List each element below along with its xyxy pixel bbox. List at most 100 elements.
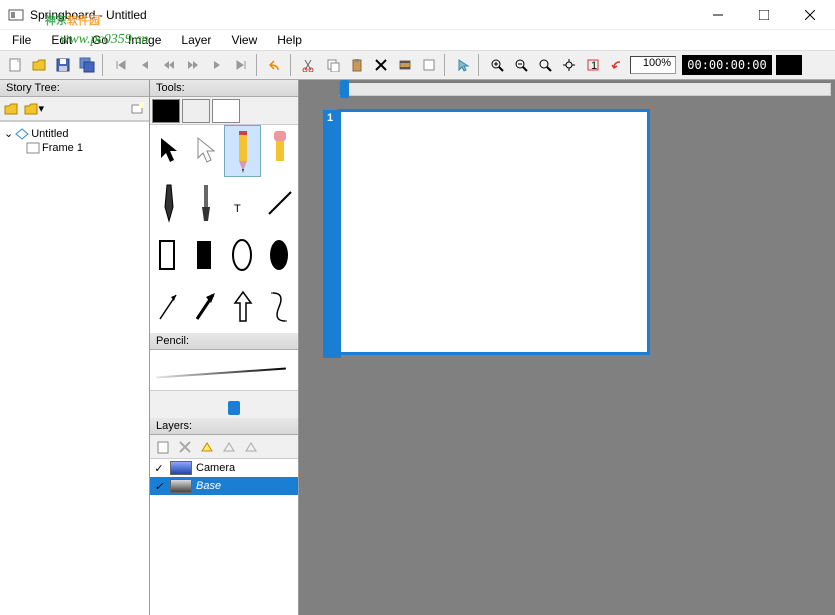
layer-name: Base xyxy=(196,480,221,492)
undo-button[interactable] xyxy=(264,54,286,76)
arrow-line-tool[interactable] xyxy=(150,281,187,333)
main-toolbar: 1 100% 00:00:00:00 xyxy=(0,50,835,80)
tree-frame-label: Frame 1 xyxy=(42,142,83,154)
layers-toolbar xyxy=(150,435,298,459)
timeline-slider[interactable] xyxy=(339,82,831,96)
pointer-tool[interactable] xyxy=(187,125,224,177)
zoom-in-button[interactable] xyxy=(486,54,508,76)
minimize-button[interactable] xyxy=(695,0,741,30)
save-button[interactable] xyxy=(52,54,74,76)
paste-button[interactable] xyxy=(346,54,368,76)
revert-button[interactable] xyxy=(606,54,628,76)
layer-name: Camera xyxy=(196,462,235,474)
blank-button[interactable] xyxy=(418,54,440,76)
tool-grid: T xyxy=(150,125,298,333)
svg-text:1: 1 xyxy=(591,60,597,72)
story-tree[interactable]: ⌄ Untitled Frame 1 xyxy=(0,121,149,615)
layer-visible-check[interactable]: ✓ xyxy=(152,480,166,493)
frame-icon xyxy=(26,142,40,154)
timecode-display: 00:00:00:00 xyxy=(682,55,772,75)
actual-size-button[interactable]: 1 xyxy=(582,54,604,76)
maximize-button[interactable] xyxy=(741,0,787,30)
frame-canvas[interactable]: 1 xyxy=(339,110,649,354)
new-folder-button[interactable] xyxy=(2,99,22,119)
zoom-button[interactable] xyxy=(534,54,556,76)
film-button[interactable] xyxy=(394,54,416,76)
zoom-display[interactable]: 100% xyxy=(630,56,676,74)
pencil-tool[interactable] xyxy=(224,125,261,177)
new-button[interactable] xyxy=(4,54,26,76)
select-tool-button[interactable] xyxy=(452,54,474,76)
menu-view[interactable]: View xyxy=(223,31,265,49)
zoom-out-button[interactable] xyxy=(510,54,532,76)
tools-header: Tools: xyxy=(150,80,298,97)
fit-button[interactable] xyxy=(558,54,580,76)
content-area: Story Tree: ▾ ⌄ Untitled Frame 1 Tools: xyxy=(0,80,835,615)
rect-fill-tool[interactable] xyxy=(187,229,224,281)
layer-color-icon xyxy=(170,479,192,493)
diamond-icon xyxy=(15,128,29,140)
ellipse-tool[interactable] xyxy=(224,229,261,281)
next-button[interactable] xyxy=(206,54,228,76)
save-all-button[interactable] xyxy=(76,54,98,76)
story-tree-panel: Story Tree: ▾ ⌄ Untitled Frame 1 xyxy=(0,80,150,615)
cut-button[interactable] xyxy=(298,54,320,76)
pen-tool[interactable] xyxy=(150,177,187,229)
foreground-color[interactable] xyxy=(152,99,180,123)
prev-button[interactable] xyxy=(134,54,156,76)
new-layer-button[interactable] xyxy=(152,437,174,457)
arrow-tool[interactable] xyxy=(150,125,187,177)
open-button[interactable] xyxy=(28,54,50,76)
line-tool[interactable] xyxy=(261,177,298,229)
curve-tool[interactable] xyxy=(261,281,298,333)
last-button[interactable] xyxy=(230,54,252,76)
copy-button[interactable] xyxy=(322,54,344,76)
window-title: Springboard - Untitled xyxy=(30,8,695,22)
layer-visible-check[interactable]: ✓ xyxy=(152,462,166,475)
frame-number-band: 1 xyxy=(323,110,341,358)
menu-layer[interactable]: Layer xyxy=(173,31,219,49)
close-button[interactable] xyxy=(787,0,833,30)
menu-file[interactable]: File xyxy=(4,31,39,49)
brush-tool[interactable] xyxy=(187,177,224,229)
delete-layer-button[interactable] xyxy=(174,437,196,457)
timeline-handle[interactable] xyxy=(340,80,349,98)
arrow-thick-tool[interactable] xyxy=(187,281,224,333)
frame-number: 1 xyxy=(327,112,333,124)
tree-frame[interactable]: Frame 1 xyxy=(26,141,145,155)
forward-button[interactable] xyxy=(182,54,204,76)
eraser-tool[interactable] xyxy=(261,125,298,177)
menu-help[interactable]: Help xyxy=(269,31,310,49)
brush-size-slider[interactable] xyxy=(150,390,298,418)
tree-root-label: Untitled xyxy=(31,128,68,140)
ellipse-fill-tool[interactable] xyxy=(261,229,298,281)
svg-text:T: T xyxy=(234,203,241,215)
swap-color[interactable] xyxy=(212,99,240,123)
new-folder2-button[interactable]: ▾ xyxy=(24,99,44,119)
rewind-button[interactable] xyxy=(158,54,180,76)
tree-root[interactable]: ⌄ Untitled xyxy=(4,126,145,141)
text-tool[interactable]: T xyxy=(224,177,261,229)
color-swatches xyxy=(150,97,298,125)
title-bar: Springboard - Untitled xyxy=(0,0,835,30)
layer-camera[interactable]: ✓ Camera xyxy=(150,459,298,477)
watermark-url: www.pc0359.cn xyxy=(60,32,148,48)
expand-icon[interactable]: ⌄ xyxy=(4,127,13,140)
new-frame-button[interactable] xyxy=(127,99,147,119)
rect-tool[interactable] xyxy=(150,229,187,281)
onion-prev-button[interactable] xyxy=(218,437,240,457)
lightbox-button[interactable] xyxy=(196,437,218,457)
background-color[interactable] xyxy=(182,99,210,123)
layers-list: ✓ Camera ✓ Base xyxy=(150,459,298,615)
app-icon xyxy=(8,7,24,23)
story-tree-header: Story Tree: xyxy=(0,80,149,97)
story-tree-toolbar: ▾ xyxy=(0,97,149,121)
canvas-area[interactable]: 1 xyxy=(299,80,835,615)
delete-button[interactable] xyxy=(370,54,392,76)
arrow-outline-tool[interactable] xyxy=(224,281,261,333)
tools-panel: Tools: T Pencil: xyxy=(150,80,299,615)
first-button[interactable] xyxy=(110,54,132,76)
layer-base[interactable]: ✓ Base xyxy=(150,477,298,495)
onion-next-button[interactable] xyxy=(240,437,262,457)
timecode-thumb xyxy=(776,55,802,75)
